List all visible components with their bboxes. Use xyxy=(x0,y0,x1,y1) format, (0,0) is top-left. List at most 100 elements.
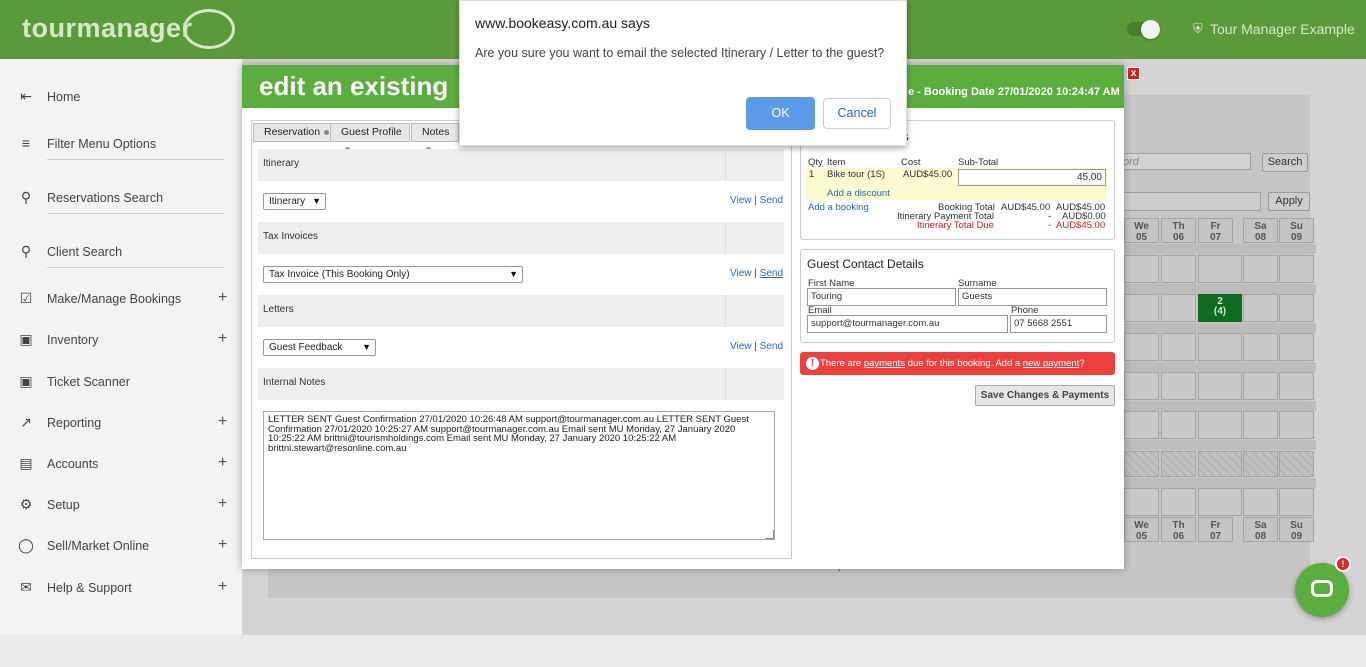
calendar-cell[interactable] xyxy=(1161,488,1196,516)
calendar-cell[interactable] xyxy=(1243,294,1278,322)
sidebar-item-help-support[interactable]: ✉ Help & Support + xyxy=(0,573,242,603)
tab-reservation[interactable]: Reservation xyxy=(253,123,331,142)
sidebar-item-label: Reservations Search xyxy=(47,191,164,205)
view-link[interactable]: View xyxy=(730,341,752,352)
tab-guest-profile[interactable]: Guest Profile xyxy=(330,123,410,152)
sidebar-item-filter-menu[interactable]: ≡ Filter Menu Options xyxy=(0,129,242,159)
itinerary-select[interactable]: Itinerary ▼ xyxy=(263,193,326,210)
send-link[interactable]: Send xyxy=(760,195,783,206)
calendar-cell[interactable] xyxy=(1243,372,1278,400)
app-logo[interactable]: tourmanager xyxy=(22,13,193,44)
footer xyxy=(0,635,1366,667)
expand-plus-icon[interactable]: + xyxy=(218,413,227,431)
sidebar-item-accounts[interactable]: ▤ Accounts + xyxy=(0,449,242,479)
calendar-cell[interactable] xyxy=(1243,411,1278,439)
toggle-knob[interactable] xyxy=(1141,20,1160,39)
send-link[interactable]: Send xyxy=(760,268,783,279)
internal-notes-textarea[interactable]: LETTER SENT Guest Confirmation 27/01/202… xyxy=(263,411,775,540)
sidebar-item-home[interactable]: ⇤ Home xyxy=(0,82,242,112)
sidebar-item-make-manage-bookings[interactable]: ☑ Make/Manage Bookings + xyxy=(0,284,242,314)
sidebar-item-ticket-scanner[interactable]: ▣ Ticket Scanner xyxy=(0,367,242,397)
send-link[interactable]: Send xyxy=(760,341,783,352)
calendar-filter-select[interactable] xyxy=(1110,192,1261,211)
sidebar-item-label: Reporting xyxy=(47,416,102,430)
surname-field[interactable]: Guests xyxy=(958,288,1107,306)
calendar-cell[interactable] xyxy=(1161,333,1196,361)
email-field[interactable]: support@tourmanager.com.au xyxy=(807,315,1008,333)
expand-plus-icon[interactable]: + xyxy=(218,578,227,596)
sidebar-item-reservations-search[interactable]: ⚲ Reservations Search xyxy=(0,183,242,213)
save-changes-payments-button[interactable]: Save Changes & Payments xyxy=(975,385,1115,406)
sidebar: ⇤ Home ≡ Filter Menu Options ⚲ Reservati… xyxy=(0,59,242,635)
ok-button[interactable]: OK xyxy=(746,97,815,130)
calendar-cell[interactable] xyxy=(1198,333,1242,361)
availability-cell[interactable]: 2 (4) xyxy=(1198,294,1242,322)
sidebar-item-reporting[interactable]: ↗ Reporting + xyxy=(0,408,242,438)
resize-handle-icon[interactable] xyxy=(765,530,774,539)
booking-total-a: AUD$45.00 xyxy=(1001,202,1051,213)
calendar-cell[interactable] xyxy=(1161,411,1196,439)
payments-link[interactable]: payments xyxy=(864,358,905,369)
calendar-cell[interactable] xyxy=(1124,255,1159,283)
calendar-cell[interactable] xyxy=(1124,411,1159,439)
letters-select[interactable]: Guest Feedback ▼ xyxy=(263,339,376,356)
tax-invoice-actions: View | Send xyxy=(730,268,784,279)
dropdown-arrow-icon: ▼ xyxy=(362,342,371,352)
itinerary-due-a: - xyxy=(1048,220,1052,231)
calendar-search-input[interactable]: word xyxy=(1110,153,1251,170)
close-icon[interactable]: x xyxy=(1127,67,1140,80)
calendar-cell[interactable] xyxy=(1279,255,1314,283)
search-icon: ⚲ xyxy=(20,243,32,259)
apply-button[interactable]: Apply xyxy=(1268,192,1310,211)
letters-actions: View | Send xyxy=(730,341,784,352)
day-header: Fr 07 xyxy=(1198,517,1233,542)
calendar-cell[interactable] xyxy=(1161,255,1196,283)
new-payment-link[interactable]: new payment xyxy=(1023,358,1080,369)
expand-plus-icon[interactable]: + xyxy=(218,330,227,348)
itinerary-due-label: Itinerary Total Due xyxy=(917,220,994,231)
calendar-cell[interactable] xyxy=(1124,488,1159,516)
subtotal-input[interactable]: 45.00 xyxy=(958,169,1106,186)
calendar-cell[interactable] xyxy=(1198,488,1242,516)
calendar-cell[interactable] xyxy=(1161,372,1196,400)
phone-field[interactable]: 07 5668 2551 xyxy=(1010,315,1107,333)
expand-plus-icon[interactable]: + xyxy=(218,289,227,307)
view-link[interactable]: View xyxy=(730,195,752,206)
add-discount-link[interactable]: Add a discount xyxy=(827,188,890,199)
account-name[interactable]: Tour Manager Example xyxy=(1210,21,1355,37)
expand-plus-icon[interactable]: + xyxy=(218,454,227,472)
calendar-cell[interactable] xyxy=(1198,255,1242,283)
sidebar-item-setup[interactable]: ⚙ Setup + xyxy=(0,490,242,520)
calendar-cell[interactable] xyxy=(1198,372,1242,400)
expand-plus-icon[interactable]: + xyxy=(218,495,227,513)
tab-notes[interactable]: Notes xyxy=(411,123,459,152)
calendar-cell[interactable] xyxy=(1279,488,1314,516)
first-name-field[interactable]: Touring xyxy=(807,288,956,306)
dialog-message: Are you sure you want to email the selec… xyxy=(475,46,885,60)
calendar-cell[interactable] xyxy=(1279,372,1314,400)
calendar-icon: ☑ xyxy=(19,290,33,306)
cancel-button[interactable]: Cancel xyxy=(823,98,891,129)
sidebar-item-sell-market-online[interactable]: ◯ Sell/Market Online + xyxy=(0,531,242,561)
sidebar-item-client-search[interactable]: ⚲ Client Search xyxy=(0,237,242,267)
calendar-cell[interactable] xyxy=(1279,411,1314,439)
add-booking-link[interactable]: Add a booking xyxy=(808,202,869,213)
itinerary-due-b: AUD$45.00 xyxy=(1056,220,1106,231)
expand-plus-icon[interactable]: + xyxy=(218,536,227,554)
calendar-cell[interactable] xyxy=(1279,294,1314,322)
search-button[interactable]: Search xyxy=(1262,153,1308,172)
itinerary-actions: View | Send xyxy=(730,195,784,206)
calendar-cell[interactable] xyxy=(1198,411,1242,439)
sidebar-item-inventory[interactable]: ▣ Inventory + xyxy=(0,325,242,355)
calendar-cell[interactable] xyxy=(1243,255,1278,283)
calendar-cell[interactable] xyxy=(1279,333,1314,361)
section-internal-notes: Internal Notes xyxy=(258,368,784,400)
calendar-cell[interactable] xyxy=(1124,372,1159,400)
view-link[interactable]: View xyxy=(730,268,752,279)
calendar-cell[interactable] xyxy=(1124,294,1159,322)
tax-invoice-select[interactable]: Tax Invoice (This Booking Only) ▼ xyxy=(263,266,523,283)
calendar-cell[interactable] xyxy=(1161,294,1196,322)
calendar-cell[interactable] xyxy=(1243,488,1278,516)
calendar-cell[interactable] xyxy=(1124,333,1159,361)
calendar-cell[interactable] xyxy=(1243,333,1278,361)
